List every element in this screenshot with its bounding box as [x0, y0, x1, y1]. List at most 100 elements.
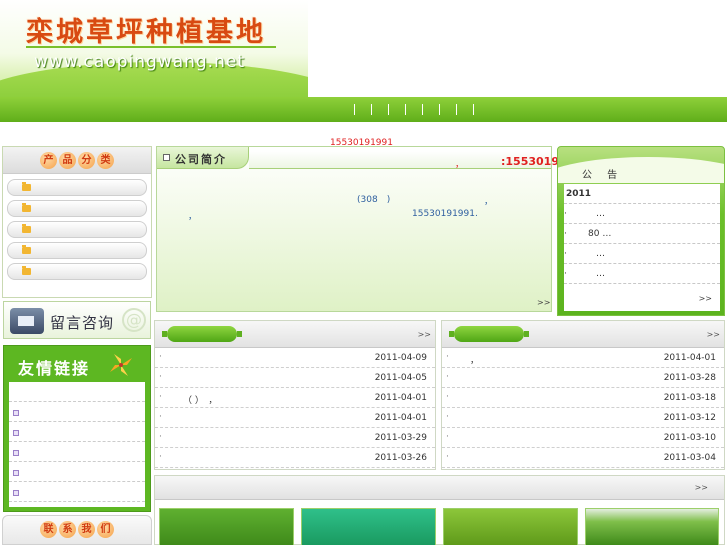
notice-item[interactable]: · 80 … — [564, 224, 720, 244]
news-row[interactable]: · （ ） ， 2011-04-01 — [155, 388, 435, 408]
nav-item-1[interactable] — [354, 104, 355, 115]
intro-text-fragment: ， — [188, 212, 198, 222]
product-gallery: >> — [154, 475, 725, 545]
news-row[interactable]: · 2011-03-10 — [442, 428, 724, 448]
intro-header-bar: ， :15530191991 — [249, 151, 590, 170]
bullet-dot: · — [564, 269, 567, 279]
nav-item-2[interactable] — [371, 104, 372, 115]
news-row[interactable]: · 2011-03-28 — [442, 368, 724, 388]
news-date: 2011-03-26 — [374, 453, 427, 463]
nav-item-5[interactable] — [422, 104, 423, 115]
gallery-photo[interactable] — [159, 508, 294, 545]
notice-item[interactable]: ·… — [564, 204, 720, 224]
category-item[interactable] — [7, 200, 147, 217]
bullet-dot: · — [446, 412, 449, 422]
news-row[interactable]: · 2011-03-12 — [442, 408, 724, 428]
bullet-dot: · — [159, 412, 162, 422]
nav-item-7[interactable] — [456, 104, 457, 115]
news-right-tab[interactable] — [449, 326, 529, 342]
news-title: （ ） ， — [183, 396, 218, 406]
friend-links-panel: 友情链接 — [3, 345, 151, 512]
nav-item-3[interactable] — [388, 104, 389, 115]
message-consult-button[interactable]: 留言咨询 @ — [3, 301, 151, 339]
friend-links-header: 友情链接 — [4, 346, 150, 382]
notice-item[interactable]: 2011 — [564, 184, 720, 204]
square-bullet-icon — [13, 450, 19, 456]
news-right-more-link[interactable]: >> — [707, 330, 720, 339]
nav-item-6[interactable] — [439, 104, 440, 115]
friend-link-item[interactable] — [9, 462, 145, 482]
contact-title-char: 们 — [97, 521, 114, 538]
gallery-photo[interactable] — [443, 508, 578, 545]
category-title-char: 分 — [78, 152, 95, 169]
nav-item-4[interactable] — [405, 104, 406, 115]
contact-title-char: 系 — [59, 521, 76, 538]
intro-text-fragment: ， — [484, 197, 494, 207]
bullet-dot: · — [564, 209, 567, 219]
gallery-more-link[interactable]: >> — [695, 483, 708, 492]
intro-text-fragment: (308 ) — [357, 195, 391, 205]
news-date: 2011-03-29 — [374, 433, 427, 443]
friend-link-item[interactable] — [9, 442, 145, 462]
news-date: 2011-03-18 — [663, 393, 716, 403]
gallery-header: >> — [155, 476, 724, 500]
envelope-icon — [10, 308, 44, 334]
contact-title-char: 我 — [78, 521, 95, 538]
bullet-dot: · — [446, 392, 449, 402]
notice-item-text: 2011 — [566, 189, 592, 199]
category-title-char: 类 — [97, 152, 114, 169]
square-bullet-icon — [13, 410, 19, 416]
news-left-tab[interactable] — [162, 326, 242, 342]
tab-company-intro[interactable]: 公司简介 — [157, 147, 249, 169]
notice-item-text: 80 … — [588, 229, 612, 239]
news-row[interactable]: · 2011-03-26 — [155, 448, 435, 468]
category-title-char: 产 — [40, 152, 57, 169]
news-row[interactable]: · 2011-04-01 — [155, 408, 435, 428]
news-row[interactable]: · 2011-03-18 — [442, 388, 724, 408]
category-item[interactable] — [7, 242, 147, 259]
square-bullet-icon — [13, 490, 19, 496]
contact-us-panel[interactable]: 联系我们 — [2, 515, 152, 545]
notice-panel: 公 告 2011 ·… · 80 … ·… ·… >> — [557, 146, 725, 316]
gallery-photo[interactable] — [585, 508, 719, 545]
news-date: 2011-04-05 — [374, 373, 427, 383]
friend-link-item[interactable] — [9, 482, 145, 502]
site-title: 栾城草坪种植基地 — [26, 17, 266, 48]
gallery-photo[interactable] — [301, 508, 436, 545]
tab-company-intro-label: 公司简介 — [175, 153, 227, 166]
square-bullet-icon — [13, 430, 19, 436]
news-title: ， — [470, 356, 480, 366]
notice-item-text: … — [596, 249, 605, 259]
news-row[interactable]: · 2011-04-05 — [155, 368, 435, 388]
news-left-more-link[interactable]: >> — [418, 330, 431, 339]
news-date: 2011-04-01 — [374, 413, 427, 423]
bullet-dot: · — [159, 432, 162, 442]
news-row[interactable]: · 2011-03-04 — [442, 448, 724, 468]
news-row[interactable]: · 2011-03-29 — [155, 428, 435, 448]
bullet-dot: · — [159, 372, 162, 382]
news-date: 2011-03-10 — [663, 433, 716, 443]
news-date: 2011-03-04 — [663, 453, 716, 463]
category-item[interactable] — [7, 221, 147, 238]
friend-link-item[interactable] — [9, 402, 145, 422]
nav-item-8[interactable] — [473, 104, 474, 115]
windmill-icon — [110, 354, 132, 376]
friend-link-item[interactable] — [9, 422, 145, 442]
category-item[interactable] — [7, 179, 147, 196]
news-date: 2011-03-28 — [663, 373, 716, 383]
notice-more-link[interactable]: >> — [699, 294, 712, 303]
notice-item[interactable]: ·… — [564, 264, 720, 284]
category-header: 产品分类 — [3, 147, 151, 174]
bullet-dot: · — [159, 352, 162, 362]
notice-item[interactable]: ·… — [564, 244, 720, 264]
news-row[interactable]: · 2011-04-09 — [155, 348, 435, 368]
category-item[interactable] — [7, 263, 147, 280]
notice-item-text: … — [596, 209, 605, 219]
friend-links-title: 友情链接 — [18, 359, 91, 378]
bullet-dot: · — [446, 452, 449, 462]
bullet-dot: · — [564, 229, 567, 239]
friend-link-item[interactable] — [9, 382, 145, 402]
square-icon — [163, 154, 170, 161]
intro-more-link[interactable]: >> — [537, 298, 550, 307]
news-row[interactable]: · ， 2011-04-01 — [442, 348, 724, 368]
